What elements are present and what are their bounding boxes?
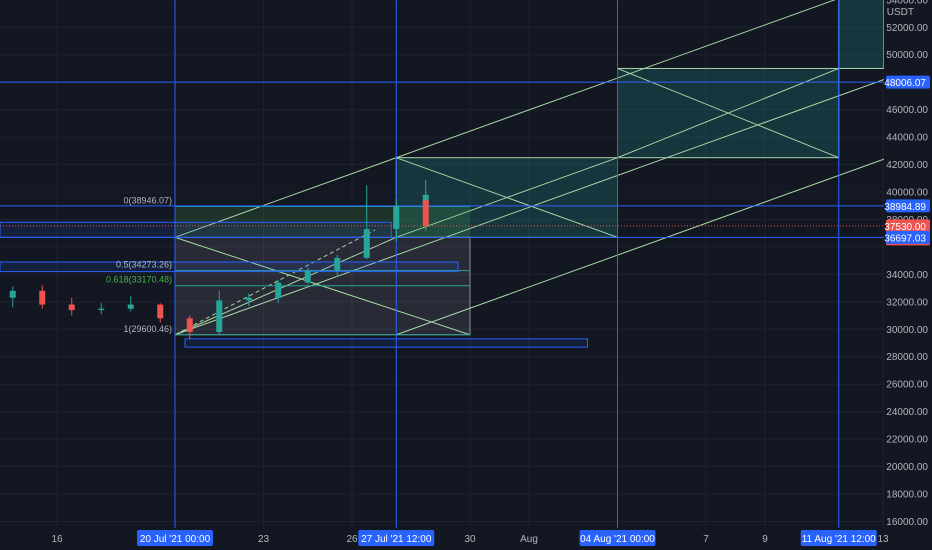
blue-zone-2[interactable]: [0, 261, 459, 273]
candle-body: [304, 270, 311, 283]
candle-body: [186, 318, 193, 333]
time-tick-label: 9: [762, 534, 768, 545]
price-tick-label: 20000.00: [886, 462, 928, 473]
time-tick-label: 30: [464, 534, 476, 545]
time-tick-label: 7: [703, 534, 709, 545]
blue-zone-3[interactable]: [184, 338, 588, 348]
price-tick-label: 30000.00: [886, 325, 928, 336]
price-tick-label: 50000.00: [886, 50, 928, 61]
time-tick-label: 16: [51, 534, 63, 545]
fib-label: 0.618(33170.48): [106, 275, 172, 285]
blue-zone-1[interactable]: [0, 221, 392, 238]
price-tick-label: 52000.00: [886, 23, 928, 34]
price-tick-label: 18000.00: [886, 489, 928, 500]
time-label-text: 20 Jul '21 00:00: [140, 534, 211, 545]
candle-body: [393, 205, 400, 230]
price-tick-label: 22000.00: [886, 435, 928, 446]
candle-body: [334, 257, 341, 271]
time-tick-label: Aug: [520, 534, 538, 545]
time-label-text: 27 Jul '21 12:00: [361, 534, 432, 545]
price-label-text: 36697.03: [884, 233, 926, 244]
price-tick-label: 24000.00: [886, 407, 928, 418]
price-tick-label: 26000.00: [886, 380, 928, 391]
candle-body: [275, 282, 282, 298]
price-tick-label: 42000.00: [886, 160, 928, 171]
candle-body: [363, 229, 370, 258]
price-tick-label: 44000.00: [886, 133, 928, 144]
candle-body: [68, 304, 75, 311]
price-label-text: 38984.89: [884, 202, 926, 213]
time-tick-label: 26: [346, 534, 358, 545]
price-tick-label: 40000.00: [886, 188, 928, 199]
time-tick-label: 23: [258, 534, 270, 545]
zone-box-3[interactable]: [838, 0, 885, 69]
candle-body: [9, 290, 16, 298]
candle-body: [157, 304, 164, 319]
quote-currency-label: USDT: [887, 7, 914, 18]
time-label-text: 11 Aug '21 12:00: [802, 534, 876, 545]
price-tick-label: 16000.00: [886, 517, 928, 528]
price-tick-label: 46000.00: [886, 105, 928, 116]
candle-body: [98, 308, 105, 311]
time-label-text: 04 Aug '21 00:00: [580, 534, 655, 545]
fib-label: 0(38946.07): [123, 195, 172, 205]
price-tick-label: 54000.00: [886, 0, 928, 6]
candle-body: [127, 304, 134, 309]
candle-body: [216, 300, 223, 333]
time-axis[interactable]: 16 23 26 30 Aug 7 9 13 20 Jul '21 00:00 27 Jul '2…: [0, 528, 932, 550]
candle-body: [39, 290, 46, 305]
chart-canvas[interactable]: 0(38946.07) 0.5(34273.26) 0.618(33170.48) 1…: [0, 0, 932, 550]
candle-body: [245, 297, 252, 301]
price-axis[interactable]: 54000.00 52000.00 50000.00 46000.00 44000.00…: [884, 0, 932, 550]
fib-label: 1(29600.46): [123, 324, 172, 334]
price-label-text: 48006.07: [884, 78, 926, 89]
price-tick-label: 32000.00: [886, 297, 928, 308]
price-tick-label: 28000.00: [886, 352, 928, 363]
candle-body: [422, 200, 429, 226]
time-tick-label: 13: [877, 534, 889, 545]
fib-label: 0.5(34273.26): [116, 260, 172, 270]
price-tick-label: 34000.00: [886, 270, 928, 281]
